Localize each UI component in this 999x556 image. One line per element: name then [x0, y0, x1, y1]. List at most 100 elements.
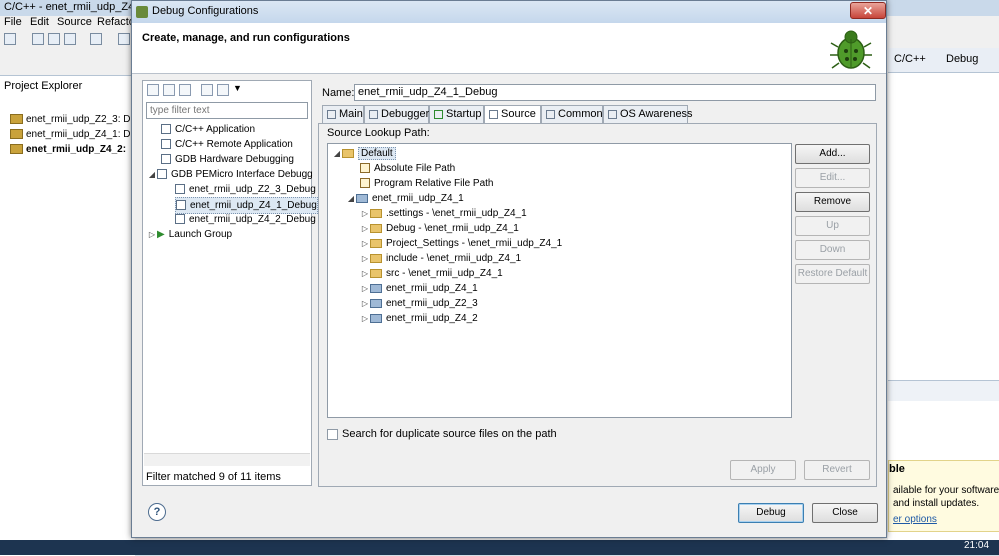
save-icon[interactable] [32, 33, 44, 45]
perspective-bar: C/C++ Debug [888, 48, 999, 73]
tree-item[interactable]: enet_rmii_udp_Z4_2_Debug [175, 212, 316, 227]
tree-item[interactable]: C/C++ Application [161, 122, 255, 137]
debugger-tab-icon [369, 109, 378, 119]
os-awareness-tab-icon [608, 109, 617, 119]
configuration-tree-panel: ▼ C/C++ Application C/C++ Remote Applica… [142, 80, 318, 486]
config-type-icon [161, 154, 171, 165]
folder-icon [370, 253, 382, 263]
down-button[interactable]: Down [795, 240, 870, 260]
launch-config-icon [176, 200, 186, 211]
save-all-icon[interactable] [48, 33, 60, 45]
source-tree-item[interactable]: ▷ .settings - \enet_rmii_udp_Z4_1 [360, 206, 527, 221]
delete-icon[interactable] [179, 84, 191, 96]
source-tree-item[interactable]: ▷ enet_rmii_udp_Z4_2 [360, 311, 478, 326]
expand-icon[interactable]: ▷ [360, 236, 370, 251]
remove-button[interactable]: Remove [795, 192, 870, 212]
tree-item[interactable]: ▷ ▶ Launch Group [147, 227, 232, 242]
source-tree-item[interactable]: ◢ Default [332, 146, 396, 161]
tree-item[interactable]: enet_rmii_udp_Z2_3_Debug [175, 182, 316, 197]
tab-os-awareness[interactable]: OS Awareness [603, 105, 693, 123]
perspective-cpp[interactable]: C/C++ [894, 53, 926, 65]
tree-item[interactable]: C/C++ Remote Application [161, 137, 293, 152]
filter-icon[interactable] [217, 84, 229, 96]
print-icon[interactable] [64, 33, 76, 45]
menu-source[interactable]: Source [57, 16, 92, 28]
source-tree-item[interactable]: ▷ Debug - \enet_rmii_udp_Z4_1 [360, 221, 519, 236]
project-item[interactable]: enet_rmii_udp_Z2_3: D [10, 114, 131, 125]
project-item[interactable]: enet_rmii_udp_Z4_1: D [10, 129, 131, 140]
source-tree-item[interactable]: ▷ Project_Settings - \enet_rmii_udp_Z4_1 [360, 236, 562, 251]
filter-input[interactable] [146, 102, 308, 119]
expand-icon[interactable]: ◢ [147, 167, 157, 182]
restore-default-button[interactable]: Restore Default [795, 264, 870, 284]
revert-button[interactable]: Revert [804, 460, 870, 480]
folder-icon [370, 268, 382, 278]
add-button[interactable]: Add... [795, 144, 870, 164]
project-item[interactable]: enet_rmii_udp_Z4_2: [10, 144, 126, 155]
name-field[interactable]: enet_rmii_udp_Z4_1_Debug [354, 84, 876, 101]
perspective-debug[interactable]: Debug [946, 53, 978, 65]
updates-options-link[interactable]: er options [893, 514, 937, 525]
source-tree-item[interactable]: ◢ enet_rmii_udp_Z4_1 [346, 191, 464, 206]
folder-icon [370, 238, 382, 248]
expand-icon[interactable]: ▷ [360, 296, 370, 311]
expand-icon[interactable]: ▷ [360, 221, 370, 236]
source-tree-item[interactable]: ▷ enet_rmii_udp_Z2_3 [360, 296, 478, 311]
duplicate-icon[interactable] [163, 84, 175, 96]
tab-debugger[interactable]: Debugger [364, 105, 429, 123]
project-icon [10, 114, 23, 125]
view-toolbar [888, 380, 999, 401]
collapse-icon[interactable]: ◢ [346, 191, 356, 206]
edit-button[interactable]: Edit... [795, 168, 870, 188]
search-duplicates-checkbox[interactable]: Search for duplicate source files on the… [327, 428, 557, 440]
launch-config-icon [175, 214, 185, 225]
dialog-title: Debug Configurations [152, 5, 259, 17]
tab-strip: Main Debugger Startup Source Common OS A… [322, 105, 877, 124]
help-icon[interactable]: ? [148, 503, 166, 521]
tab-startup[interactable]: Startup [429, 105, 484, 123]
source-tree-item[interactable]: ▷ include - \enet_rmii_udp_Z4_1 [360, 251, 521, 266]
expand-icon[interactable]: ▷ [147, 227, 157, 242]
horizontal-scrollbar[interactable] [144, 453, 310, 466]
project-icon [370, 298, 382, 308]
tab-source[interactable]: Source [484, 105, 541, 124]
build-icon[interactable] [118, 33, 130, 45]
new-icon[interactable] [4, 33, 16, 45]
expand-icon[interactable]: ▷ [360, 311, 370, 326]
launch-group-icon: ▶ [157, 229, 165, 240]
tab-common[interactable]: Common [541, 105, 603, 123]
tab-main[interactable]: Main [322, 105, 364, 123]
project-icon [10, 129, 23, 140]
expand-icon[interactable]: ▷ [360, 251, 370, 266]
debug-button[interactable]: Debug [738, 503, 804, 523]
menu-edit[interactable]: Edit [30, 16, 49, 28]
main-tab-icon [327, 109, 336, 119]
menu-file[interactable]: File [4, 16, 22, 28]
bug-icon [136, 6, 148, 18]
taskbar: 21:04 [0, 540, 999, 555]
project-icon [10, 144, 23, 155]
new-config-icon[interactable] [147, 84, 159, 96]
config-type-icon [161, 139, 171, 150]
source-tree-item[interactable]: Absolute File Path [360, 161, 455, 176]
source-tree-item[interactable]: ▷ enet_rmii_udp_Z4_1 [360, 281, 478, 296]
expand-icon[interactable]: ▷ [360, 206, 370, 221]
menu-refactor[interactable]: Refacto [97, 16, 135, 28]
expand-icon[interactable]: ▷ [360, 281, 370, 296]
tree-item[interactable]: GDB Hardware Debugging [161, 152, 294, 167]
chevron-down-icon[interactable]: ▼ [233, 83, 242, 93]
collapse-all-icon[interactable] [201, 84, 213, 96]
bug-icon [830, 30, 872, 69]
source-tree-item[interactable]: Program Relative File Path [360, 176, 494, 191]
collapse-icon[interactable]: ◢ [332, 146, 342, 161]
close-button[interactable]: Close [812, 503, 878, 523]
apply-button[interactable]: Apply [730, 460, 796, 480]
checkbox[interactable] [327, 428, 338, 440]
settings-icon[interactable] [90, 33, 102, 45]
close-icon[interactable]: ✕ [850, 2, 886, 19]
up-button[interactable]: Up [795, 216, 870, 236]
source-tree-item[interactable]: ▷ src - \enet_rmii_udp_Z4_1 [360, 266, 503, 281]
expand-icon[interactable]: ▷ [360, 266, 370, 281]
project-explorer-tab[interactable]: Project Explorer [4, 80, 82, 92]
tree-item[interactable]: ◢ GDB PEMicro Interface Debugg [147, 167, 313, 182]
